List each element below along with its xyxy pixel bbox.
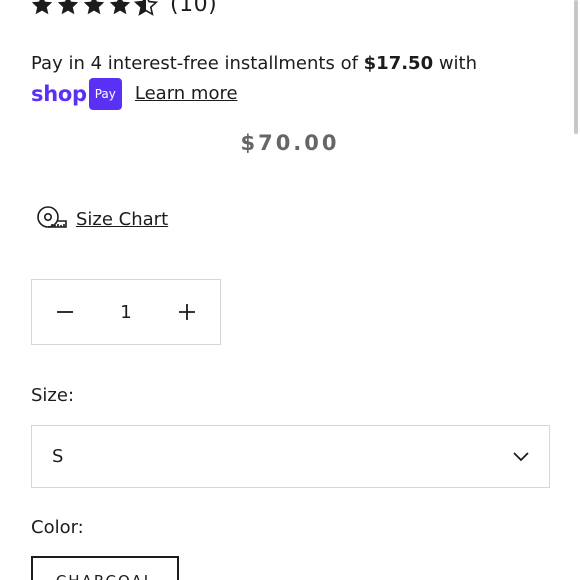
size-chart-label: Size Chart bbox=[76, 208, 169, 230]
installment-amount: $17.50 bbox=[363, 53, 434, 74]
star-full-icon bbox=[83, 0, 105, 14]
star-full-icon bbox=[31, 0, 53, 14]
tape-measure-icon bbox=[37, 206, 67, 228]
star-full-icon bbox=[57, 0, 79, 14]
installments-suffix: with bbox=[433, 53, 478, 74]
star-half-icon bbox=[134, 0, 158, 16]
size-select[interactable]: S bbox=[31, 425, 550, 488]
color-option-charcoal[interactable]: CHARCOAL bbox=[31, 556, 179, 580]
product-options-panel: (10) Pay in 4 interest-free installments… bbox=[0, 0, 580, 580]
shop-pay-logo: shop Pay bbox=[31, 78, 122, 110]
learn-more-link[interactable]: Learn more bbox=[135, 80, 238, 108]
product-price: $70.00 bbox=[240, 131, 340, 155]
size-label: Size: bbox=[31, 385, 75, 406]
installments-prefix: Pay in 4 interest-free installments of bbox=[31, 53, 364, 74]
pay-badge: Pay bbox=[88, 78, 122, 110]
plus-icon bbox=[179, 304, 195, 320]
installments-message: Pay in 4 interest-free installments of $… bbox=[31, 50, 551, 110]
quantity-input[interactable] bbox=[101, 301, 151, 323]
decrease-quantity-button[interactable] bbox=[32, 280, 98, 344]
quantity-stepper bbox=[31, 279, 221, 345]
minus-icon bbox=[57, 311, 73, 313]
shop-wordmark: shop bbox=[31, 82, 87, 106]
installments-text: Pay in 4 interest-free installments of $… bbox=[31, 50, 551, 78]
size-selected-value: S bbox=[52, 446, 64, 467]
rating-count[interactable]: (10) bbox=[170, 0, 217, 17]
star-full-icon bbox=[109, 0, 131, 14]
increase-quantity-button[interactable] bbox=[154, 280, 220, 344]
product-rating[interactable]: (10) bbox=[30, 0, 217, 17]
shop-pay-row: shop Pay Learn more bbox=[31, 78, 551, 110]
color-label: Color: bbox=[31, 517, 84, 538]
chevron-down-icon bbox=[513, 451, 529, 461]
size-chart-link[interactable]: Size Chart bbox=[36, 205, 168, 233]
page-scrollbar[interactable] bbox=[574, 0, 578, 134]
